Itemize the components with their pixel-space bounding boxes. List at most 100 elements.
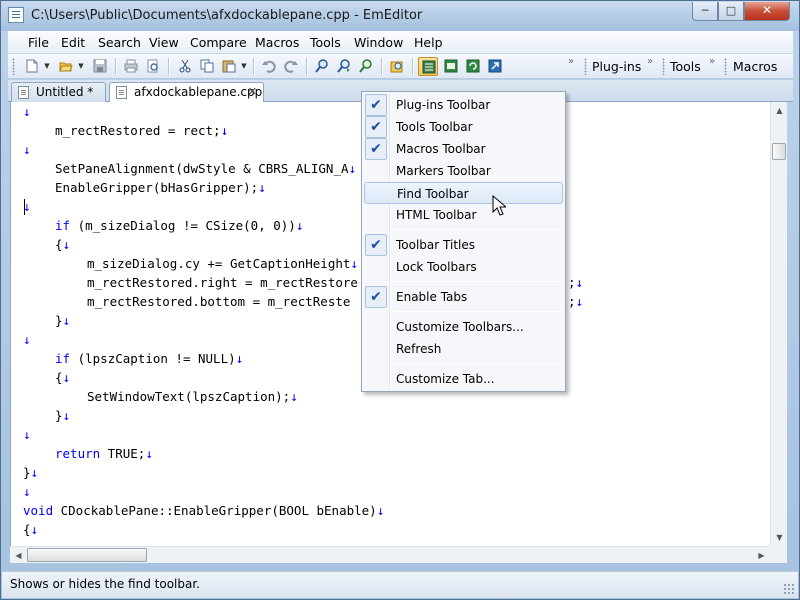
code-line[interactable]: {↓: [55, 237, 70, 256]
find-next-icon[interactable]: [334, 57, 354, 76]
toolbar-overflow-chevron-icon[interactable]: »: [709, 56, 715, 67]
menu-item-plug-ins-toolbar[interactable]: ✔ Plug-ins Toolbar: [364, 94, 563, 116]
plugins-toolbar-label[interactable]: Plug-ins: [592, 59, 641, 74]
copy-icon[interactable]: [197, 57, 217, 76]
code-line[interactable]: SetWindowText(lpszCaption);↓: [87, 389, 298, 408]
minimize-button[interactable]: ─: [692, 2, 718, 21]
code-line[interactable]: ↓: [23, 104, 31, 123]
code-line[interactable]: SetPaneAlignment(dwStyle & CBRS_ALIGN_A↓: [55, 161, 356, 180]
scroll-down-arrow-icon[interactable]: ▼: [771, 529, 788, 546]
menu-item-refresh[interactable]: Refresh: [364, 338, 563, 360]
menu-item-markers-toolbar[interactable]: Markers Toolbar: [364, 160, 563, 182]
open-folder-icon[interactable]: [56, 57, 76, 76]
print-icon[interactable]: [121, 57, 141, 76]
scroll-up-arrow-icon[interactable]: ▲: [771, 102, 788, 119]
menu-item-find-toolbar[interactable]: Find Toolbar: [364, 182, 563, 204]
tab-label: Untitled *: [36, 85, 94, 99]
find-in-files-icon[interactable]: [387, 57, 407, 76]
menu-item-toolbar-titles[interactable]: ✔ Toolbar Titles: [364, 234, 563, 256]
code-line[interactable]: if (lpszCaption != NULL)↓: [55, 351, 243, 370]
code-line-tail[interactable]: ;↓: [568, 275, 583, 294]
menu-item-macros-toolbar[interactable]: ✔ Macros Toolbar: [364, 138, 563, 160]
menu-compare[interactable]: Compare: [190, 35, 247, 50]
toolbar-grip[interactable]: [12, 58, 15, 75]
code-line[interactable]: }↓: [23, 465, 38, 484]
code-line[interactable]: ↓: [23, 142, 31, 161]
refresh-icon[interactable]: [463, 57, 483, 76]
code-line[interactable]: ↓: [23, 332, 31, 351]
cut-icon[interactable]: [175, 57, 195, 76]
redo-icon[interactable]: [281, 57, 301, 76]
new-dropdown-arrow-icon[interactable]: ▼: [42, 57, 52, 76]
code-line-tail[interactable]: ;↓: [568, 294, 583, 313]
tab-close-icon[interactable]: ✕: [248, 83, 257, 101]
menu-item-tools-toolbar[interactable]: ✔ Tools Toolbar: [364, 116, 563, 138]
tab-untitled[interactable]: Untitled *: [11, 82, 106, 102]
code-line[interactable]: }↓: [55, 408, 70, 427]
menu-view[interactable]: View: [149, 35, 179, 50]
menu-tools[interactable]: Tools: [310, 35, 341, 50]
tools-toolbar-label[interactable]: Tools: [670, 59, 701, 74]
horizontal-scroll-thumb[interactable]: [27, 548, 147, 562]
menu-macros[interactable]: Macros: [255, 35, 299, 50]
export-icon[interactable]: [485, 57, 505, 76]
code-line[interactable]: void CDockablePane::EnableGripper(BOOL b…: [23, 503, 384, 522]
code-line[interactable]: {↓: [23, 522, 38, 541]
code-line[interactable]: if (m_sizeDialog != CSize(0, 0))↓: [55, 218, 303, 237]
title-bar[interactable]: C:\Users\Public\Documents\afxdockablepan…: [1, 1, 799, 31]
status-text: Shows or hides the find toolbar.: [10, 577, 200, 591]
horizontal-scrollbar[interactable]: ◀ ▶: [10, 546, 770, 563]
menu-help[interactable]: Help: [414, 35, 443, 50]
toolbar-grip[interactable]: [724, 58, 727, 75]
menu-item-customize-toolbars[interactable]: Customize Toolbars...: [364, 316, 563, 338]
menu-file[interactable]: File: [28, 35, 49, 50]
find-previous-icon[interactable]: [356, 57, 376, 76]
resize-grip-icon[interactable]: [783, 583, 795, 595]
code-line[interactable]: m_rectRestored = rect;↓: [55, 123, 228, 142]
print-preview-icon[interactable]: [143, 57, 163, 76]
code-line[interactable]: return TRUE;↓: [55, 446, 153, 465]
code-line[interactable]: ↓: [23, 427, 31, 446]
toolbar-overflow-chevron-icon[interactable]: »: [647, 56, 653, 67]
vertical-scroll-thumb[interactable]: [772, 143, 786, 160]
menu-window[interactable]: Window: [354, 35, 403, 50]
new-document-icon[interactable]: [22, 57, 42, 76]
code-line[interactable]: m_rectRestored.right = m_rectRestore: [87, 275, 358, 294]
code-line[interactable]: ↓: [23, 199, 31, 218]
maximize-button[interactable]: □: [718, 2, 744, 21]
find-icon[interactable]: [312, 57, 332, 76]
menu-item-lock-toolbars[interactable]: Lock Toolbars: [364, 256, 563, 278]
code-line[interactable]: m_rectRestored.bottom = m_rectReste: [87, 294, 350, 313]
code-line[interactable]: m_sizeDialog.cy += GetCaptionHeight↓: [87, 256, 358, 275]
menu-item-html-toolbar[interactable]: HTML Toolbar: [364, 204, 563, 226]
scrollbar-corner: [770, 546, 787, 563]
vertical-scrollbar[interactable]: ▲ ▼: [770, 102, 787, 546]
code-line[interactable]: {↓: [55, 370, 70, 389]
code-line[interactable]: }↓: [55, 313, 70, 332]
undo-icon[interactable]: [259, 57, 279, 76]
scroll-left-arrow-icon[interactable]: ◀: [10, 547, 27, 564]
paste-dropdown-arrow-icon[interactable]: ▼: [239, 57, 249, 76]
code-line[interactable]: EnableGripper(bHasGripper);↓: [55, 180, 266, 199]
toolbar-green-icon[interactable]: [441, 57, 461, 76]
code-keyword: return: [55, 446, 101, 461]
menu-edit[interactable]: Edit: [61, 35, 85, 50]
save-icon[interactable]: [90, 57, 110, 76]
toolbar-markers-icon[interactable]: [418, 57, 438, 76]
toolbar-overflow-chevron-icon[interactable]: »: [568, 56, 574, 67]
menu-item-customize-tab[interactable]: Customize Tab...: [364, 368, 563, 390]
menu-search[interactable]: Search: [98, 35, 141, 50]
checkmark-icon: ✔: [365, 116, 387, 138]
tab-label: afxdockablepane.cpp: [134, 85, 263, 99]
paste-icon[interactable]: [219, 57, 239, 76]
toolbar-grip[interactable]: [662, 58, 665, 75]
scroll-right-arrow-icon[interactable]: ▶: [753, 547, 770, 564]
menu-item-enable-tabs[interactable]: ✔ Enable Tabs: [364, 286, 563, 308]
app-icon[interactable]: [8, 7, 24, 23]
macros-toolbar-label[interactable]: Macros: [733, 59, 777, 74]
close-button[interactable]: ✕: [744, 2, 790, 21]
code-line[interactable]: ↓: [23, 484, 31, 503]
tab-afxdockablepane[interactable]: afxdockablepane.cpp ✕: [109, 82, 264, 103]
open-dropdown-arrow-icon[interactable]: ▼: [76, 57, 86, 76]
toolbar-grip[interactable]: [584, 58, 587, 75]
